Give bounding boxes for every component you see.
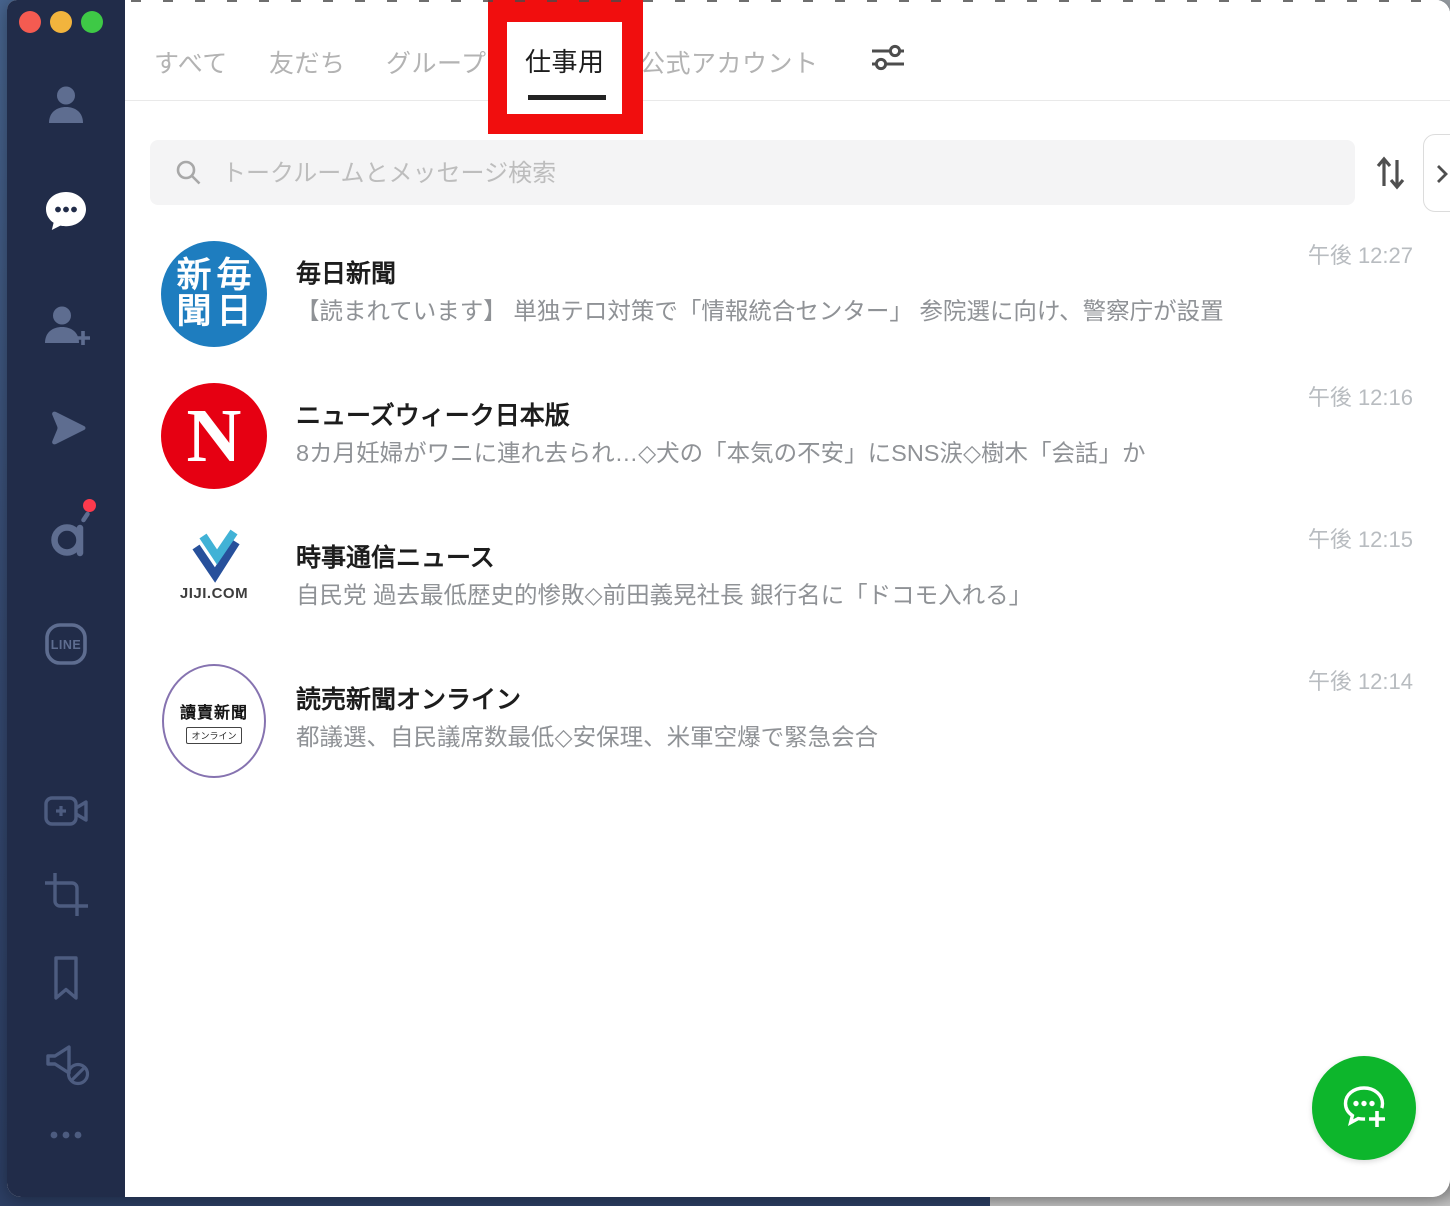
- chat-filter-button[interactable]: [870, 40, 906, 74]
- chat-name: 時事通信ニュース: [296, 544, 495, 572]
- sidebar-item-voom[interactable]: [40, 402, 92, 454]
- window-minimize-button[interactable]: [50, 11, 72, 33]
- new-chat-fab[interactable]: [1312, 1056, 1416, 1160]
- panel-expand-toggle[interactable]: [1423, 134, 1450, 212]
- window-close-button[interactable]: [19, 11, 41, 33]
- video-plus-icon: [44, 796, 88, 826]
- sidebar-item-add-friend[interactable]: [40, 299, 92, 351]
- sidebar-item-openchat[interactable]: [40, 499, 96, 559]
- jiji-logo-icon: [192, 529, 240, 583]
- chat-name: 読売新聞オンライン: [296, 686, 522, 714]
- chat-name: 毎日新聞: [296, 260, 397, 288]
- chat-list-item[interactable]: JIJI.COM 時事通信ニュース 自民党 過去最低歴史的惨敗◇前田義晃社長 銀…: [125, 508, 1450, 650]
- tab-official-accounts[interactable]: 公式アカウント: [640, 44, 819, 80]
- sidebar-item-friends[interactable]: [40, 79, 92, 131]
- sidebar: LINE: [7, 0, 125, 1197]
- search-icon: [176, 160, 201, 185]
- chat-last-message: 8カ月妊婦がワニに連れ去られ…◇犬の「本気の不安」にSNS涙◇樹木「会話」か: [296, 440, 1146, 466]
- avatar-yomiuri: 讀賣新聞 オンライン: [162, 664, 266, 778]
- search-bar[interactable]: [150, 140, 1355, 207]
- avatar-text: 新毎: [176, 255, 257, 295]
- chat-last-message: 都議選、自民議席数最低◇安保理、米軍空爆で緊急会合: [296, 724, 879, 750]
- chat-timestamp: 午後 12:16: [1307, 385, 1413, 410]
- line-app-window: LINE すべて 友だち グループ 公式アカウント 仕事用 トークルームとメッセ…: [7, 0, 1450, 1197]
- sort-button[interactable]: [1372, 150, 1408, 194]
- sidebar-item-keep[interactable]: [40, 952, 92, 1004]
- chat-list-item[interactable]: 新毎 聞日 毎日新聞 【読まれています】 単独テロ対策で「情報統合センター」 参…: [125, 224, 1450, 366]
- avatar-caption: JIJI.COM: [179, 585, 249, 602]
- megaphone-off-icon: [46, 1045, 90, 1086]
- avatar-jiji: JIJI.COM: [161, 525, 267, 635]
- avatar-newsweek: N: [161, 383, 267, 489]
- chat-timestamp: 午後 12:14: [1307, 669, 1413, 694]
- tab-groups[interactable]: グループ: [386, 44, 487, 80]
- chat-last-message: 自民党 過去最低歴史的惨敗◇前田義晃社長 銀行名に「ドコモ入れる」: [296, 582, 1033, 608]
- sidebar-item-line-services[interactable]: LINE: [40, 618, 92, 670]
- openchat-a-icon: [51, 511, 90, 557]
- avatar-text: 讀賣新聞: [179, 704, 248, 722]
- sidebar-item-chats[interactable]: [40, 184, 92, 236]
- sidebar-item-more[interactable]: [40, 1109, 92, 1161]
- tab-all[interactable]: すべて: [154, 44, 228, 80]
- chat-last-message: 【読まれています】 単独テロ対策で「情報統合センター」 参院選に向け、警察庁が設…: [296, 298, 1224, 324]
- tab-friends[interactable]: 友だち: [269, 44, 346, 80]
- avatar-mainichi: 新毎 聞日: [161, 241, 267, 347]
- chat-timestamp: 午後 12:15: [1307, 527, 1413, 552]
- chevron-right-icon: [1437, 165, 1448, 183]
- ellipsis-icon: [50, 1131, 82, 1139]
- avatar-subtext: オンライン: [186, 726, 242, 744]
- chat-name: ニューズウィーク日本版: [296, 402, 570, 430]
- chat-list-item[interactable]: 讀賣新聞 オンライン 読売新聞オンライン 都議選、自民議席数最低◇安保理、米軍空…: [125, 650, 1450, 792]
- tab-work[interactable]: 仕事用: [525, 42, 605, 79]
- chat-bubble-icon: [46, 192, 86, 230]
- sidebar-item-capture[interactable]: [40, 868, 92, 920]
- search-input[interactable]: [220, 140, 1324, 207]
- chat-list-item[interactable]: N ニューズウィーク日本版 8カ月妊婦がワニに連れ去られ…◇犬の「本気の不安」に…: [125, 366, 1450, 508]
- person-add-icon: [45, 306, 90, 345]
- filter-sliders-icon: [872, 44, 904, 71]
- voom-play-icon: [52, 411, 86, 445]
- person-icon: [49, 86, 83, 123]
- line-logo-text: LINE: [51, 638, 81, 652]
- chat-list: 新毎 聞日 毎日新聞 【読まれています】 単独テロ対策で「情報統合センター」 参…: [125, 224, 1450, 792]
- chat-list-panel: すべて 友だち グループ 公式アカウント 仕事用 トークルームとメッセージ検索 …: [125, 0, 1450, 1197]
- sidebar-item-notifications-off[interactable]: [40, 1036, 92, 1088]
- bookmark-icon: [54, 956, 78, 1000]
- screen: LINE すべて 友だち グループ 公式アカウント 仕事用 トークルームとメッセ…: [0, 0, 1450, 1206]
- new-chat-icon: [1343, 1086, 1389, 1131]
- line-logo-icon: LINE: [45, 623, 87, 665]
- tab-bar: すべて 友だち グループ 公式アカウント 仕事用: [125, 0, 1450, 134]
- avatar-text: 聞日: [176, 292, 257, 331]
- avatar-letter: N: [186, 394, 242, 478]
- notification-badge: [83, 499, 96, 512]
- window-zoom-button[interactable]: [81, 11, 103, 33]
- crop-icon: [45, 873, 88, 916]
- sidebar-item-meeting[interactable]: [40, 785, 92, 837]
- sort-arrows-icon: [1376, 156, 1405, 190]
- chat-timestamp: 午後 12:27: [1307, 243, 1413, 268]
- top-edge-dashes: [131, 0, 1450, 2]
- active-tab-underline: [528, 95, 606, 100]
